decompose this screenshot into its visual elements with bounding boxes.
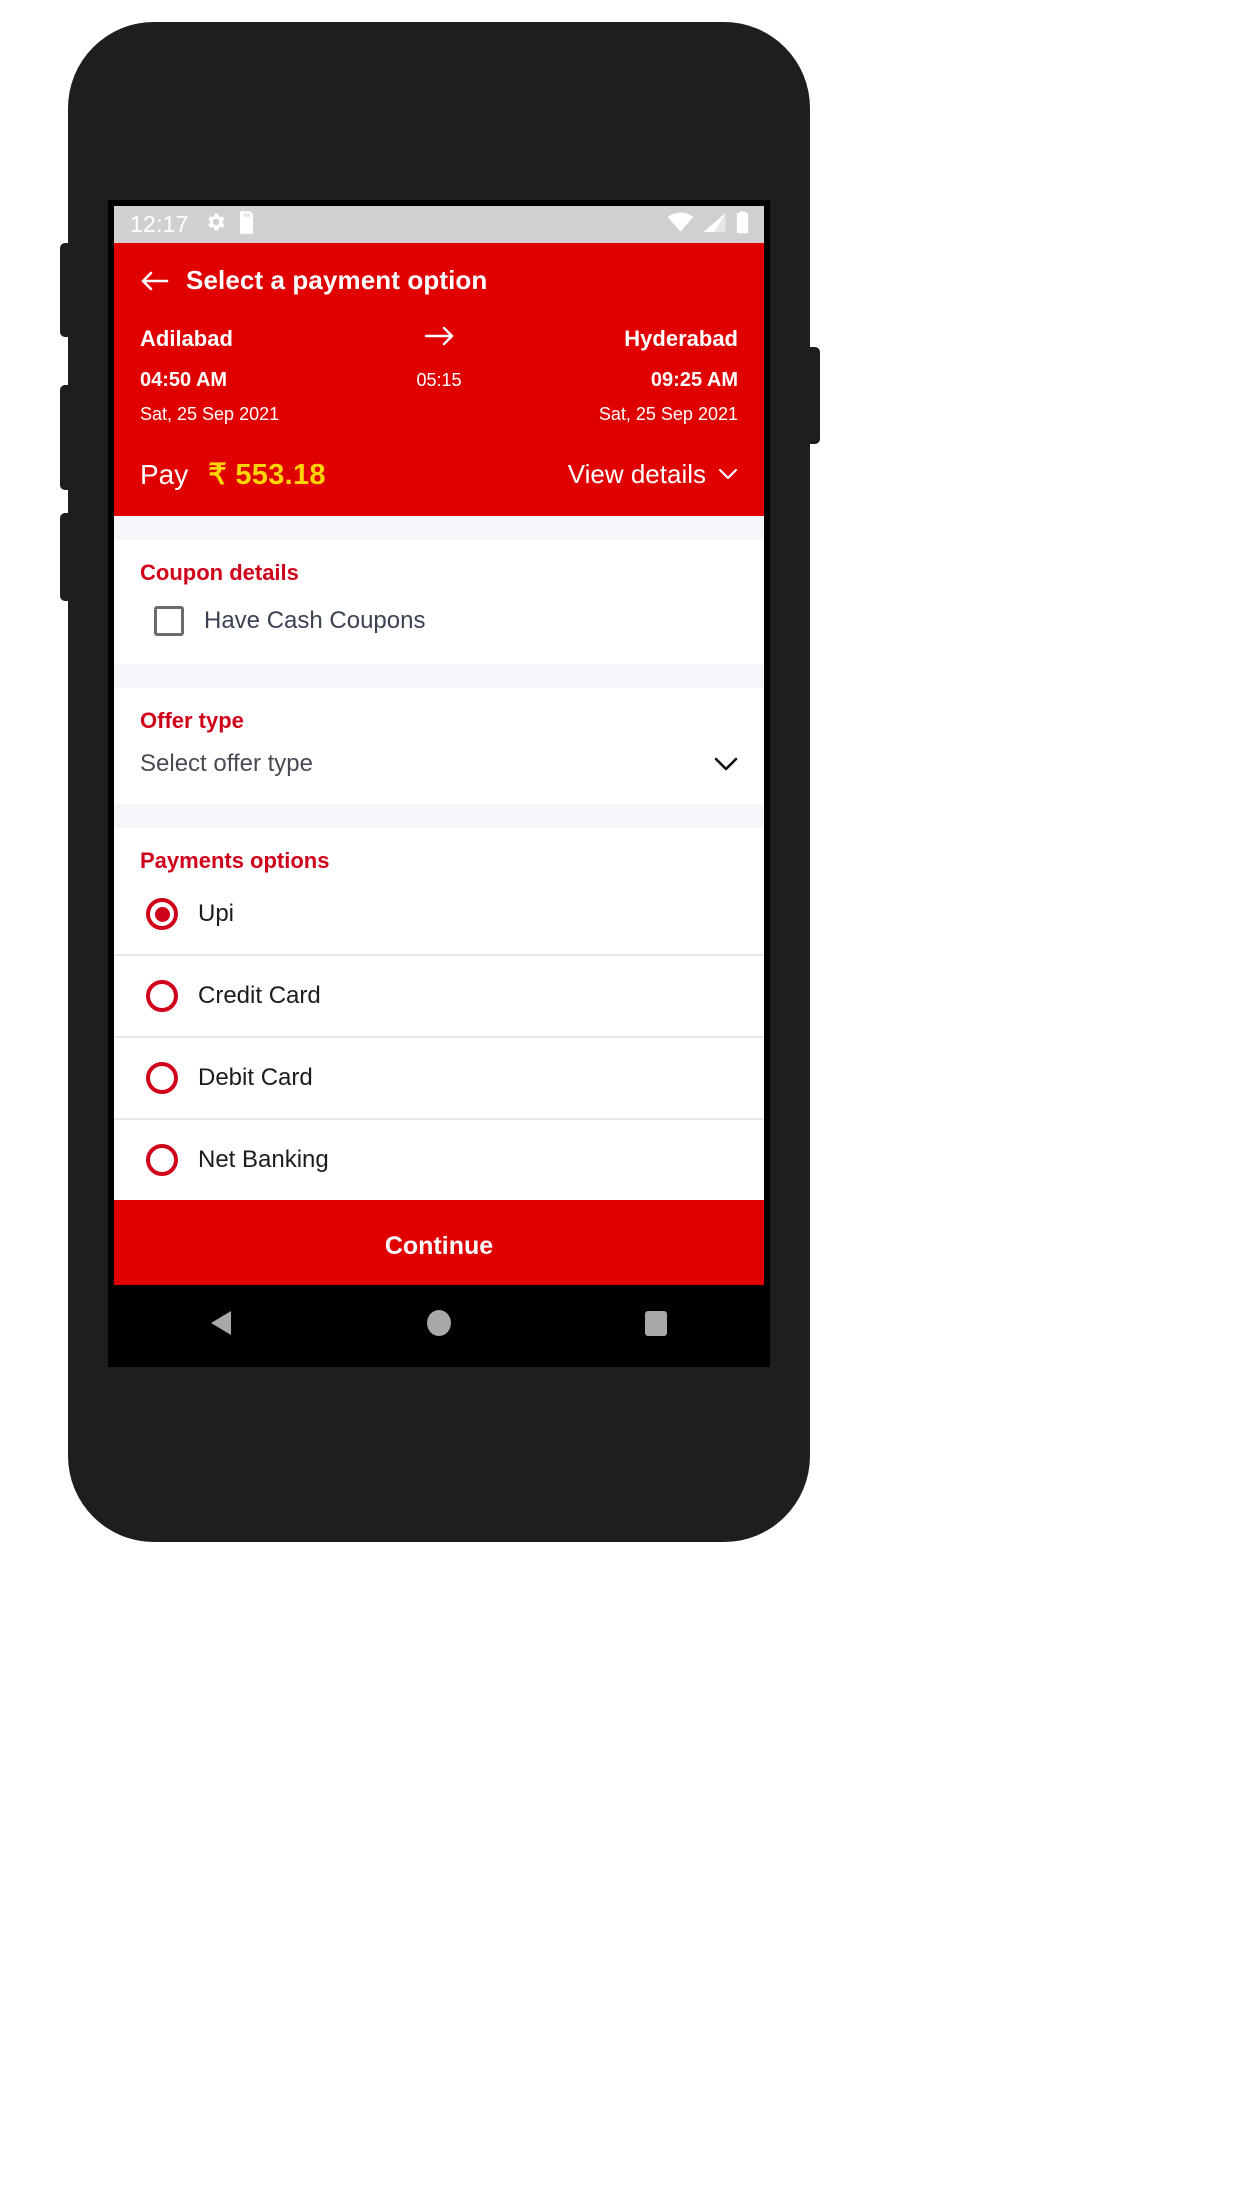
pay-amount: ₹ 553.18 [208, 459, 326, 491]
section-divider [114, 804, 764, 828]
arrow-right-icon [423, 324, 455, 348]
radio-icon-upi[interactable] [146, 898, 178, 930]
phone-side-button-volume-down[interactable] [60, 385, 74, 490]
app-bar-top-row: Select a payment option [140, 265, 738, 324]
arrival-date: Sat, 25 Sep 2021 [598, 404, 738, 424]
nav-home-circle-icon[interactable] [379, 1285, 499, 1361]
have-cash-coupons-checkbox[interactable] [154, 606, 184, 636]
journey-times-row: 04:50 AM 05:15 09:25 AM [140, 369, 738, 392]
payment-option-label: Upi [198, 900, 235, 927]
nav-back-triangle-icon[interactable] [162, 1285, 282, 1361]
app-viewport: 12:17 Select a payment option Adilabad H… [114, 206, 764, 1361]
pay-label: Pay [140, 458, 189, 490]
coupon-section-title: Coupon details [140, 560, 299, 585]
payment-option-upi[interactable]: Upi [114, 874, 764, 956]
battery-icon [735, 210, 750, 239]
sd-card-icon [238, 210, 255, 239]
nav-recents-square-icon[interactable] [596, 1285, 716, 1361]
destination-city: Hyderabad [624, 325, 738, 351]
gear-icon [205, 211, 227, 238]
view-details-label: View details [567, 459, 706, 489]
radio-icon-debit-card[interactable] [146, 1062, 178, 1094]
radio-icon-net-banking[interactable] [146, 1144, 178, 1176]
coupon-details-section: Coupon details Have Cash Coupons [114, 540, 764, 664]
cellular-signal-icon [702, 212, 727, 238]
have-cash-coupons-row[interactable]: Have Cash Coupons [114, 586, 764, 636]
offer-type-selected-value: Select offer type [140, 750, 313, 777]
journey-duration: 05:15 [416, 370, 462, 390]
status-bar: 12:17 [114, 206, 764, 243]
payments-options-section-title: Payments options [140, 848, 330, 873]
journey-dates-row: Sat, 25 Sep 2021 Sat, 25 Sep 2021 [140, 404, 738, 425]
chevron-down-icon [718, 468, 738, 481]
payment-option-label: Credit Card [198, 982, 321, 1009]
app-bar: Select a payment option Adilabad Hyderab… [114, 243, 764, 435]
payment-option-credit-card[interactable]: Credit Card [114, 956, 764, 1038]
journey-cities-row: Adilabad Hyderabad [140, 324, 738, 353]
payment-form-body: Coupon details Have Cash Coupons Offer t… [114, 516, 764, 1285]
status-bar-left-icons [205, 210, 255, 239]
view-details-button[interactable]: View details [568, 459, 738, 490]
payment-option-label: Debit Card [198, 1064, 313, 1091]
section-divider [114, 664, 764, 688]
wifi-icon [667, 212, 694, 238]
offer-type-section-title: Offer type [140, 708, 244, 733]
android-navigation-bar [114, 1285, 764, 1361]
payment-option-list: Upi Credit Card Debit Card Net Banking [114, 874, 764, 1200]
arrow-left-icon[interactable] [140, 269, 170, 293]
offer-type-section: Offer type Select offer type [114, 688, 764, 804]
departure-time: 04:50 AM [140, 369, 228, 391]
arrival-time: 09:25 AM [650, 369, 738, 391]
payment-option-net-banking[interactable]: Net Banking [114, 1120, 764, 1200]
phone-side-button-power[interactable] [806, 347, 820, 444]
have-cash-coupons-label: Have Cash Coupons [204, 607, 426, 634]
phone-side-button-bixby[interactable] [60, 513, 74, 601]
journey-summary: Adilabad Hyderabad 04:50 AM 05:15 09:25 … [140, 324, 738, 435]
payment-option-label: Net Banking [198, 1146, 329, 1173]
status-bar-right-icons [667, 210, 750, 239]
screenshot-root: 12:17 Select a payment option Adilabad H… [0, 0, 1242, 2208]
phone-screen: 12:17 Select a payment option Adilabad H… [108, 200, 770, 1367]
payment-option-debit-card[interactable]: Debit Card [114, 1038, 764, 1120]
status-bar-clock: 12:17 [130, 211, 189, 237]
radio-icon-credit-card[interactable] [146, 980, 178, 1012]
payments-options-section: Payments options Upi Credit Card Debit C… [114, 828, 764, 1200]
continue-button[interactable]: Continue [114, 1200, 764, 1285]
chevron-down-icon[interactable] [714, 757, 738, 772]
section-divider [114, 516, 764, 540]
offer-type-dropdown[interactable]: Select offer type [114, 734, 764, 778]
page-title: Select a payment option [186, 265, 488, 295]
origin-city: Adilabad [140, 325, 233, 351]
pay-summary-row: Pay ₹ 553.18 View details [114, 435, 764, 516]
phone-side-button-volume-up[interactable] [60, 243, 74, 337]
departure-date: Sat, 25 Sep 2021 [140, 404, 280, 424]
